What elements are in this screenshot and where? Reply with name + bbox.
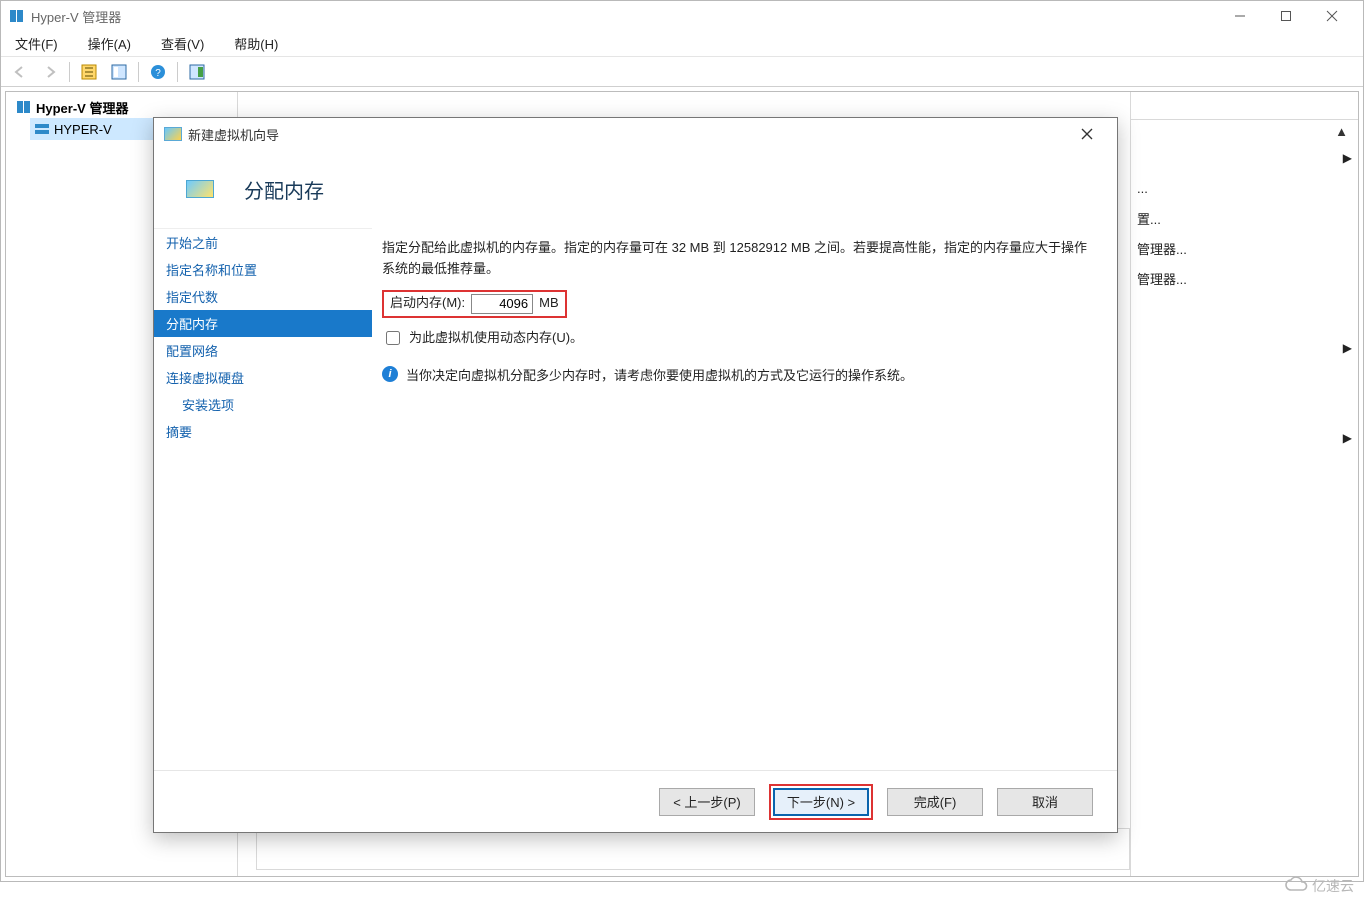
step-before-you-begin[interactable]: 开始之前 <box>154 229 372 256</box>
actions-header <box>1131 92 1358 120</box>
server-manager-icon <box>16 99 32 115</box>
menu-view[interactable]: 查看(V) <box>157 32 208 55</box>
show-hide-tree-button[interactable] <box>76 60 102 84</box>
new-vm-wizard-dialog: 新建虚拟机向导 分配内存 开始之前 指定名称和位置 指定代数 分配内存 配置网络… <box>153 117 1118 833</box>
menu-file[interactable]: 文件(F) <box>11 32 62 55</box>
dynamic-memory-label: 为此虚拟机使用动态内存(U)。 <box>409 328 583 349</box>
step-configure-networking[interactable]: 配置网络 <box>154 337 372 364</box>
nav-back-button[interactable] <box>7 60 33 84</box>
app-icon <box>9 8 25 24</box>
previous-button[interactable]: < 上一步(P) <box>659 788 755 816</box>
wizard-banner-icon <box>186 180 214 198</box>
tree-root-label: Hyper-V 管理器 <box>36 98 128 117</box>
titlebar: Hyper-V 管理器 <box>1 1 1363 31</box>
tree-node-label: HYPER-V <box>54 122 112 137</box>
action-item[interactable]: 管理器... <box>1131 233 1358 263</box>
details-pane <box>256 828 1130 870</box>
toolbar-separator <box>69 62 70 82</box>
finish-button[interactable]: 完成(F) <box>887 788 983 816</box>
minimize-button[interactable] <box>1217 1 1263 31</box>
tree-root[interactable]: Hyper-V 管理器 <box>12 96 231 118</box>
window-controls <box>1217 1 1355 31</box>
step-specify-generation[interactable]: 指定代数 <box>154 283 372 310</box>
svg-text:?: ? <box>155 68 161 79</box>
memory-description: 指定分配给此虚拟机的内存量。指定的内存量可在 32 MB 到 12582912 … <box>382 238 1095 280</box>
next-button[interactable]: 下一步(N) > <box>773 788 869 816</box>
step-specify-name[interactable]: 指定名称和位置 <box>154 256 372 283</box>
dynamic-memory-row: 为此虚拟机使用动态内存(U)。 <box>382 328 1095 349</box>
info-row: i 当你决定向虚拟机分配多少内存时，请考虑你要使用虚拟机的方式及它运行的操作系统… <box>382 366 1095 387</box>
nav-forward-button[interactable] <box>37 60 63 84</box>
wizard-title-text: 新建虚拟机向导 <box>188 125 279 144</box>
properties-button[interactable] <box>106 60 132 84</box>
dynamic-memory-checkbox[interactable] <box>386 331 400 345</box>
startup-memory-input[interactable] <box>471 294 533 314</box>
cloud-icon <box>1284 877 1308 896</box>
actions-collapse-caret[interactable]: ▲ <box>1131 120 1358 143</box>
wizard-content: 指定分配给此虚拟机的内存量。指定的内存量可在 32 MB 到 12582912 … <box>372 228 1117 770</box>
watermark: 亿速云 <box>1284 876 1354 896</box>
step-connect-vhd[interactable]: 连接虚拟硬盘 <box>154 364 372 391</box>
wizard-heading: 分配内存 <box>244 175 324 204</box>
watermark-text: 亿速云 <box>1312 876 1354 896</box>
toolbar-separator <box>138 62 139 82</box>
wizard-icon <box>164 127 182 141</box>
step-assign-memory[interactable]: 分配内存 <box>154 310 372 337</box>
help-button[interactable]: ? <box>145 60 171 84</box>
wizard-body: 开始之前 指定名称和位置 指定代数 分配内存 配置网络 连接虚拟硬盘 安装选项 … <box>154 228 1117 770</box>
wizard-titlebar: 新建虚拟机向导 <box>154 118 1117 150</box>
step-installation-options[interactable]: 安装选项 <box>154 391 372 418</box>
wizard-footer: < 上一步(P) 下一步(N) > 完成(F) 取消 <box>154 770 1117 832</box>
maximize-button[interactable] <box>1263 1 1309 31</box>
action-item[interactable]: 置... <box>1131 203 1358 233</box>
action-pane-button[interactable] <box>184 60 210 84</box>
wizard-banner: 分配内存 <box>154 150 1117 228</box>
action-item[interactable]: ▶ <box>1131 333 1358 363</box>
menubar: 文件(F) 操作(A) 查看(V) 帮助(H) <box>1 31 1363 57</box>
toolbar: ? <box>1 57 1363 87</box>
memory-unit: MB <box>539 293 559 314</box>
cancel-button[interactable]: 取消 <box>997 788 1093 816</box>
menu-help[interactable]: 帮助(H) <box>230 32 282 55</box>
action-item[interactable]: 管理器... <box>1131 263 1358 293</box>
startup-memory-row: 启动内存(M): MB <box>382 290 567 318</box>
step-summary[interactable]: 摘要 <box>154 418 372 445</box>
close-button[interactable] <box>1309 1 1355 31</box>
info-icon: i <box>382 366 398 382</box>
server-icon <box>34 121 50 137</box>
action-item[interactable]: ▶ <box>1131 143 1358 173</box>
next-button-highlight: 下一步(N) > <box>769 784 873 820</box>
wizard-close-button[interactable] <box>1067 120 1107 148</box>
actions-panel: ▲ ▶ ... 置... 管理器... 管理器... ▶ ▶ <box>1130 92 1358 876</box>
info-text: 当你决定向虚拟机分配多少内存时，请考虑你要使用虚拟机的方式及它运行的操作系统。 <box>406 366 913 387</box>
startup-memory-label: 启动内存(M): <box>390 293 465 314</box>
wizard-steps-nav: 开始之前 指定名称和位置 指定代数 分配内存 配置网络 连接虚拟硬盘 安装选项 … <box>154 228 372 770</box>
menu-action[interactable]: 操作(A) <box>84 32 135 55</box>
toolbar-separator <box>177 62 178 82</box>
app-title: Hyper-V 管理器 <box>31 7 121 26</box>
action-item[interactable]: ... <box>1131 173 1358 203</box>
action-item[interactable]: ▶ <box>1131 423 1358 453</box>
